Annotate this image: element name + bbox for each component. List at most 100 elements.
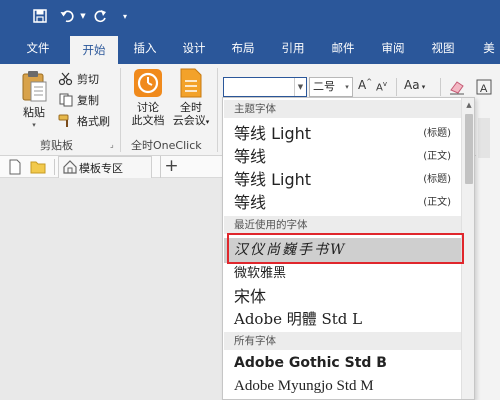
tab-home[interactable]: 开始 (70, 36, 118, 64)
new-file-icon[interactable] (8, 159, 22, 175)
paste-button[interactable]: 粘贴 ▾ (14, 70, 54, 132)
text-effects-icon[interactable]: A (475, 78, 493, 96)
shrink-font-label: A (376, 82, 383, 94)
shrink-font-arrow-icon: v (382, 80, 387, 88)
font-item[interactable]: 等线 (正文) (224, 145, 461, 168)
meeting-label-row: 云会议▾ (168, 114, 214, 129)
theme-fonts-header: 主题字体 (224, 100, 461, 118)
change-case-dropdown-icon: ▾ (419, 83, 426, 91)
undo-icon[interactable] (58, 5, 78, 27)
document-area (0, 178, 222, 400)
customize-toolbar-icon[interactable]: ▾ (118, 5, 132, 27)
meeting-label-2: 云会议 (172, 114, 206, 127)
toolbar-separator (440, 78, 441, 96)
font-item[interactable]: Adobe Myungjo Std M (224, 375, 461, 398)
template-zone-label: 模板专区 (79, 161, 123, 175)
font-item-name: 等线 Light (234, 170, 312, 189)
font-item-name: Adobe Gothic Std B (234, 355, 387, 371)
font-item-tag: (标题) (423, 128, 451, 139)
oneclick-group-label: 全时OneClick (131, 139, 202, 152)
grow-font-button[interactable]: A^ (358, 78, 372, 92)
highlight-annotation-box (227, 233, 464, 264)
font-item-name: 等线 Light (234, 124, 312, 143)
ribbon-right-edge (476, 98, 500, 400)
add-tab-button[interactable]: + (160, 156, 182, 178)
font-size-input[interactable]: 二号 ▾ (309, 77, 353, 97)
font-item-name: Adobe Myungjo Std M (234, 378, 374, 394)
font-size-dropdown-icon[interactable]: ▾ (342, 78, 352, 96)
font-item-name: 等线 (234, 193, 267, 212)
copy-button[interactable]: 复制 (58, 91, 99, 108)
copy-label: 复制 (77, 93, 99, 107)
scrollbar-thumb[interactable] (465, 114, 473, 184)
clock-icon (133, 68, 163, 98)
font-item-name: Adobe 明體 Std L (234, 310, 363, 328)
tab-view[interactable]: 视图 (422, 32, 464, 64)
all-fonts-header: 所有字体 (224, 332, 461, 350)
template-zone-tab[interactable]: 模板专区 (58, 156, 152, 178)
font-item-name: 微软雅黑 (234, 266, 287, 281)
title-bar: ▼ ▾ (0, 0, 500, 32)
redo-icon[interactable] (90, 5, 110, 27)
font-item[interactable]: 微软雅黑 (224, 264, 461, 284)
tab-more[interactable]: 美 (478, 32, 500, 64)
tab-file[interactable]: 文件 (17, 32, 59, 64)
format-painter-label: 格式刷 (77, 114, 110, 128)
font-item-tag: (正文) (423, 151, 451, 162)
format-painter-button[interactable]: 格式刷 (58, 112, 110, 129)
font-size-value: 二号 (313, 80, 335, 93)
discuss-document-button[interactable]: 讨论 此文档 (126, 68, 170, 127)
paintbrush-icon (58, 114, 74, 128)
font-item[interactable]: Adobe 明體 Std L (224, 308, 461, 331)
discuss-label-1: 讨论 (137, 101, 159, 114)
paste-icon (20, 70, 48, 104)
svg-text:A: A (480, 83, 488, 95)
ribbon-tabs: 文件 开始 插入 设计 布局 引用 邮件 审阅 视图 美 (0, 32, 500, 64)
change-case-label: Aa (404, 78, 420, 92)
tab-separator (54, 159, 55, 175)
cut-button[interactable]: 剪切 (58, 70, 99, 87)
cloud-meeting-button[interactable]: 全时 云会议▾ (168, 68, 214, 129)
discuss-label-2: 此文档 (131, 114, 165, 127)
font-item[interactable]: Adobe Gothic Std B (224, 352, 461, 375)
recent-fonts-header: 最近使用的字体 (224, 216, 461, 234)
group-separator (120, 68, 121, 152)
scissors-icon (58, 72, 74, 86)
font-item-name: 宋体 (234, 287, 267, 306)
save-icon[interactable] (30, 5, 50, 27)
folder-icon[interactable] (30, 160, 46, 174)
edge-block (478, 118, 490, 158)
clear-formatting-icon[interactable] (448, 78, 466, 96)
font-item[interactable]: 等线 Light (标题) (224, 122, 461, 145)
font-item-tag: (正文) (423, 197, 451, 208)
meeting-dropdown-icon[interactable]: ▾ (206, 118, 210, 126)
document-icon (178, 68, 204, 98)
tab-references[interactable]: 引用 (272, 32, 314, 64)
font-item-name: 等线 (234, 147, 267, 166)
tab-insert[interactable]: 插入 (124, 32, 166, 64)
home-icon (63, 160, 77, 174)
undo-dropdown-icon[interactable]: ▼ (78, 5, 88, 27)
font-item[interactable]: 等线 Light (标题) (224, 168, 461, 191)
toolbar-separator (396, 78, 397, 96)
font-item[interactable]: 等线 (正文) (224, 191, 461, 214)
font-name-input[interactable]: ▼ (223, 77, 307, 97)
grow-font-arrow-icon: ^ (366, 78, 373, 86)
grow-font-label: A (358, 78, 367, 92)
font-dropdown-icon[interactable]: ▼ (294, 78, 306, 96)
document-tab-strip: 模板专区 + (0, 156, 222, 178)
font-item[interactable]: 宋体 (224, 285, 461, 308)
copy-icon (58, 93, 74, 107)
change-case-button[interactable]: Aa ▾ (404, 78, 425, 92)
clipboard-group-label: 剪贴板 (40, 139, 73, 152)
tab-mailings[interactable]: 邮件 (322, 32, 364, 64)
paste-dropdown-icon[interactable]: ▾ (14, 119, 54, 132)
tab-design[interactable]: 设计 (173, 32, 215, 64)
group-separator (217, 68, 218, 152)
shrink-font-button[interactable]: Av (376, 80, 387, 93)
tab-layout[interactable]: 布局 (222, 32, 264, 64)
tab-review[interactable]: 审阅 (372, 32, 414, 64)
scroll-up-icon[interactable]: ▲ (462, 98, 474, 112)
cut-label: 剪切 (77, 72, 99, 86)
dialog-launcher-icon[interactable]: ⌟ (110, 140, 114, 149)
